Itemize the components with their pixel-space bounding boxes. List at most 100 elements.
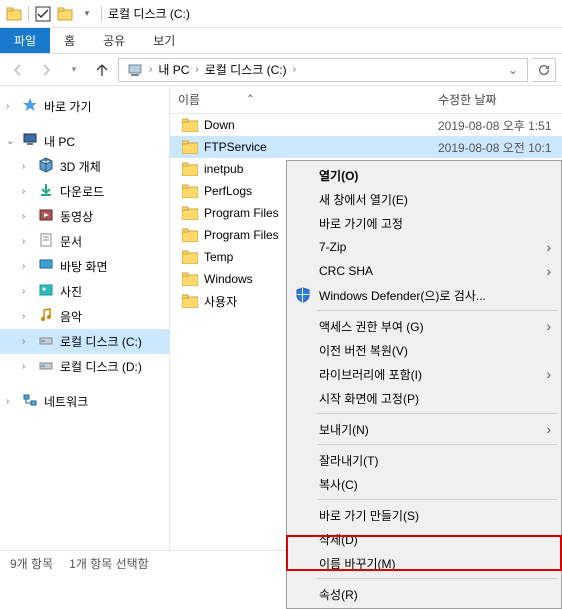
nav-up-button[interactable] xyxy=(90,58,114,82)
window-title: 로컬 디스크 (C:) xyxy=(108,5,190,22)
menu-label: CRC SHA xyxy=(319,264,373,278)
tab-view[interactable]: 보기 xyxy=(139,28,189,53)
chevron-right-icon[interactable]: › xyxy=(6,396,16,407)
dropdown-icon[interactable]: ▾ xyxy=(79,6,95,22)
breadcrumb-root-icon[interactable] xyxy=(123,59,147,81)
sidebar-item-drive-c[interactable]: › 로컬 디스크 (C:) xyxy=(0,329,169,354)
ctx-open[interactable]: 열기(O) xyxy=(289,163,559,187)
ctx-create-shortcut[interactable]: 바로 가기 만들기(S) xyxy=(289,503,559,527)
sidebar-item-label: 3D 개체 xyxy=(60,158,101,175)
sidebar-quick-access[interactable]: › 바로 가기 xyxy=(0,94,169,119)
nav-recent-dropdown[interactable]: ▾ xyxy=(62,58,86,82)
tab-home[interactable]: 홈 xyxy=(50,28,89,53)
sidebar-item-label: 내 PC xyxy=(44,133,75,150)
desktop-icon xyxy=(38,257,54,276)
list-item[interactable]: Down 2019-08-08 오후 1:51 xyxy=(170,114,562,136)
chevron-right-icon[interactable]: › xyxy=(22,361,32,372)
menu-separator xyxy=(317,444,557,445)
ctx-crc-sha[interactable]: CRC SHA › xyxy=(289,259,559,283)
chevron-right-icon[interactable]: › xyxy=(22,311,32,322)
drive-icon xyxy=(38,357,54,376)
chevron-right-icon[interactable]: › xyxy=(149,64,152,75)
chevron-right-icon: › xyxy=(546,318,551,334)
sidebar-item-3d-objects[interactable]: › 3D 개체 xyxy=(0,154,169,179)
ctx-include-library[interactable]: 라이브러리에 포함(I)› xyxy=(289,362,559,386)
chevron-right-icon[interactable]: › xyxy=(22,336,32,347)
chevron-right-icon[interactable]: › xyxy=(22,211,32,222)
ctx-restore-previous[interactable]: 이전 버전 복원(V) xyxy=(289,338,559,362)
tab-share[interactable]: 공유 xyxy=(89,28,139,53)
sidebar-item-downloads[interactable]: › 다운로드 xyxy=(0,179,169,204)
breadcrumb-drive[interactable]: 로컬 디스크 (C:) xyxy=(201,59,291,81)
chevron-right-icon[interactable]: › xyxy=(22,261,32,272)
ctx-copy[interactable]: 복사(C) xyxy=(289,472,559,496)
refresh-button[interactable] xyxy=(532,58,556,82)
file-name: Program Files xyxy=(204,206,279,220)
chevron-right-icon[interactable]: › xyxy=(6,101,16,112)
file-name: inetpub xyxy=(204,162,243,176)
address-bar: ▾ › 내 PC › 로컬 디스크 (C:) › ⌄ xyxy=(0,54,562,86)
chevron-right-icon[interactable]: › xyxy=(22,286,32,297)
ctx-pin-start[interactable]: 시작 화면에 고정(P) xyxy=(289,386,559,410)
chevron-down-icon[interactable]: ⌄ xyxy=(6,136,16,147)
column-name[interactable]: 이름 ⌃ xyxy=(178,91,438,108)
breadcrumb-dropdown-icon[interactable]: ⌄ xyxy=(503,63,523,77)
menu-label: 속성(R) xyxy=(319,586,358,603)
sidebar-item-documents[interactable]: › 문서 xyxy=(0,229,169,254)
list-item[interactable]: FTPService 2019-08-08 오전 10:1 xyxy=(170,136,562,158)
menu-label: 이전 버전 복원(V) xyxy=(319,342,408,359)
chevron-right-icon[interactable]: › xyxy=(195,64,198,75)
menu-label: 바로 가기 만들기(S) xyxy=(319,507,419,524)
download-icon xyxy=(38,182,54,201)
shield-icon xyxy=(295,287,311,303)
sidebar-item-label: 바로 가기 xyxy=(44,98,92,115)
column-headers: 이름 ⌃ 수정한 날짜 xyxy=(170,86,562,114)
ctx-rename[interactable]: 이름 바꾸기(M) xyxy=(289,551,559,575)
sidebar-network[interactable]: › 네트워크 xyxy=(0,389,169,414)
document-icon xyxy=(38,232,54,251)
status-count: 9개 항목 xyxy=(10,555,53,572)
sidebar-item-pictures[interactable]: › 사진 xyxy=(0,279,169,304)
breadcrumb-pc[interactable]: 내 PC xyxy=(154,59,193,81)
folder-icon xyxy=(182,162,198,176)
file-name: PerfLogs xyxy=(204,184,252,198)
status-selected: 1개 항목 선택함 xyxy=(69,555,149,572)
sidebar-this-pc[interactable]: ⌄ 내 PC xyxy=(0,129,169,154)
column-modified[interactable]: 수정한 날짜 xyxy=(438,91,562,108)
menu-label: 새 창에서 열기(E) xyxy=(319,191,408,208)
explorer-icon xyxy=(6,6,22,22)
folder-icon xyxy=(182,184,198,198)
nav-back-button[interactable] xyxy=(6,58,30,82)
menu-label: 시작 화면에 고정(P) xyxy=(319,390,419,407)
chevron-right-icon: › xyxy=(546,366,551,382)
sidebar-item-drive-d[interactable]: › 로컬 디스크 (D:) xyxy=(0,354,169,379)
sidebar-item-music[interactable]: › 음악 xyxy=(0,304,169,329)
breadcrumb[interactable]: › 내 PC › 로컬 디스크 (C:) › ⌄ xyxy=(118,58,528,82)
ctx-send-to[interactable]: 보내기(N)› xyxy=(289,417,559,441)
nav-forward-button[interactable] xyxy=(34,58,58,82)
ctx-cut[interactable]: 잘라내기(T) xyxy=(289,448,559,472)
menu-separator xyxy=(317,499,557,500)
ctx-7zip[interactable]: 7-Zip› xyxy=(289,235,559,259)
sidebar-item-label: 음악 xyxy=(60,308,82,325)
file-name: FTPService xyxy=(204,140,267,154)
sidebar-item-videos[interactable]: › 동영상 xyxy=(0,204,169,229)
ctx-delete[interactable]: 삭제(D) xyxy=(289,527,559,551)
ribbon-tabs: 파일 홈 공유 보기 xyxy=(0,28,562,54)
chevron-right-icon[interactable]: › xyxy=(22,161,32,172)
ctx-defender-scan[interactable]: Windows Defender(으)로 검사... xyxy=(289,283,559,307)
chevron-right-icon[interactable]: › xyxy=(22,236,32,247)
sidebar-item-label: 동영상 xyxy=(60,208,93,225)
chevron-right-icon[interactable]: › xyxy=(293,64,296,75)
chevron-right-icon[interactable]: › xyxy=(22,186,32,197)
checkbox-icon[interactable] xyxy=(35,6,51,22)
sidebar-item-label: 사진 xyxy=(60,283,82,300)
ctx-properties[interactable]: 속성(R) xyxy=(289,582,559,606)
sidebar-item-desktop[interactable]: › 바탕 화면 xyxy=(0,254,169,279)
ctx-pin-quick-access[interactable]: 바로 가기에 고정 xyxy=(289,211,559,235)
tab-file[interactable]: 파일 xyxy=(0,28,50,53)
ctx-open-new-window[interactable]: 새 창에서 열기(E) xyxy=(289,187,559,211)
ctx-give-access[interactable]: 액세스 권한 부여 (G)› xyxy=(289,314,559,338)
sidebar-item-label: 문서 xyxy=(60,233,82,250)
chevron-right-icon: › xyxy=(546,263,551,279)
